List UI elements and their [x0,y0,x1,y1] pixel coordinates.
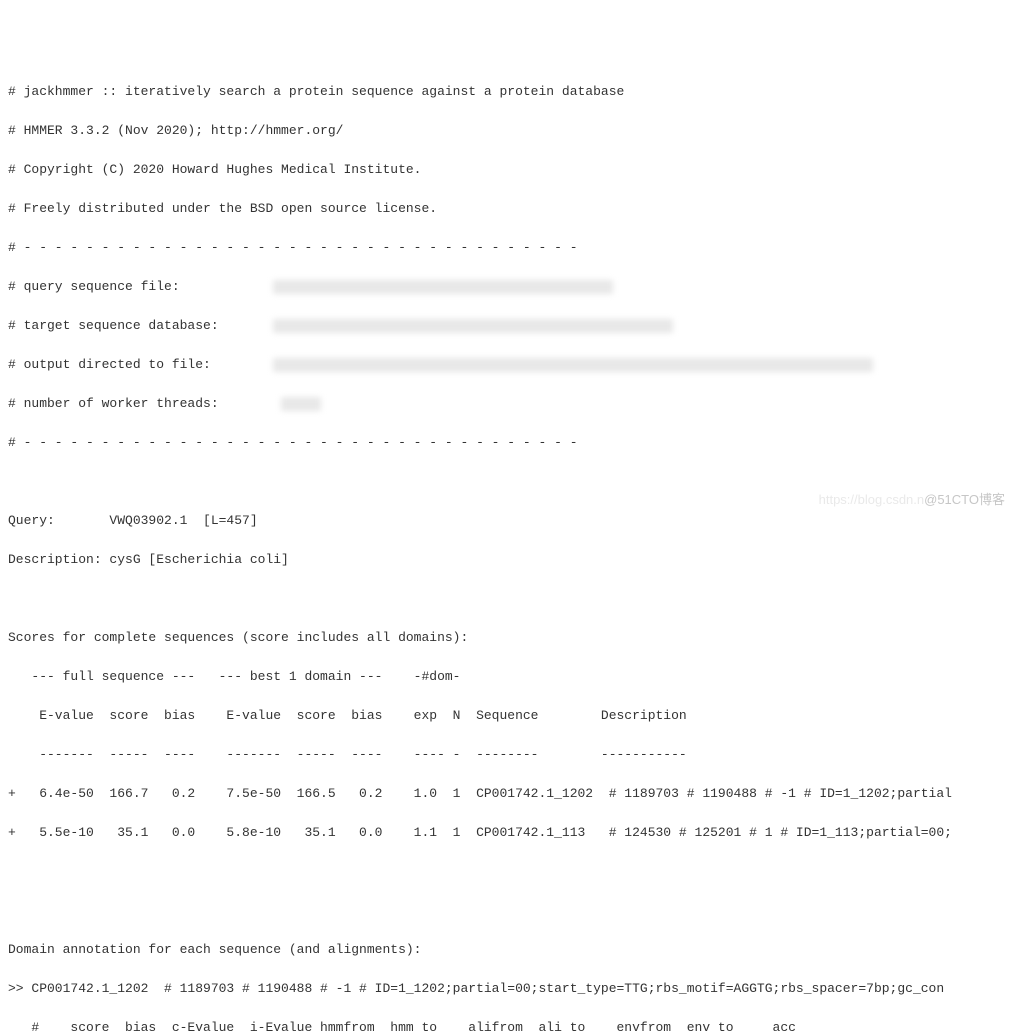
scores-row: + 6.4e-50 166.7 0.2 7.5e-50 166.5 0.2 1.… [8,784,1005,804]
domain-sequence: >> CP001742.1_1202 # 1189703 # 1190488 #… [8,979,1005,999]
description-line: Description: cysG [Escherichia coli] [8,550,1005,570]
redacted-value: xxxxxxxxxx [273,319,673,333]
header-line: # jackhmmer :: iteratively search a prot… [8,82,1005,102]
header-line: # Freely distributed under the BSD open … [8,199,1005,219]
watermark: https://blog.csdn.n@51CTO博客 [819,490,1005,510]
redacted-value: xx [281,397,321,411]
scores-row: + 5.5e-10 35.1 0.0 5.8e-10 35.1 0.0 1.1 … [8,823,1005,843]
param-label: # target sequence database: [8,318,219,333]
blank [8,862,1005,882]
param-query-file: # query sequence file: xxxxxxxxxx [8,277,1005,297]
param-label: # number of worker threads: [8,396,219,411]
param-label: # query sequence file: [8,279,180,294]
header-line: # HMMER 3.3.2 (Nov 2020); http://hmmer.o… [8,121,1005,141]
param-target-db: # target sequence database: xxxxxxxxxx [8,316,1005,336]
redacted-value: xxxxxxxxxx [273,280,613,294]
domain-header: # score bias c-Evalue i-Evalue hmmfrom h… [8,1018,1005,1034]
blank [8,901,1005,921]
param-output-file: # output directed to file: xxxxxxxxxx [8,355,1005,375]
scores-header: E-value score bias E-value score bias ex… [8,706,1005,726]
query-line: Query: VWQ03902.1 [L=457] [8,511,1005,531]
separator: # - - - - - - - - - - - - - - - - - - - … [8,433,1005,453]
scores-header-sep: ------- ----- ---- ------- ----- ---- --… [8,745,1005,765]
param-threads: # number of worker threads: xx [8,394,1005,414]
domain-title: Domain annotation for each sequence (and… [8,940,1005,960]
watermark-url: https://blog.csdn.n [819,492,925,507]
param-label: # output directed to file: [8,357,211,372]
watermark-text: @51CTO博客 [924,492,1005,507]
scores-title: Scores for complete sequences (score inc… [8,628,1005,648]
blank [8,589,1005,609]
header-line: # Copyright (C) 2020 Howard Hughes Medic… [8,160,1005,180]
separator: # - - - - - - - - - - - - - - - - - - - … [8,238,1005,258]
redacted-value: xxxxxxxxxx [273,358,873,372]
scores-header: --- full sequence --- --- best 1 domain … [8,667,1005,687]
